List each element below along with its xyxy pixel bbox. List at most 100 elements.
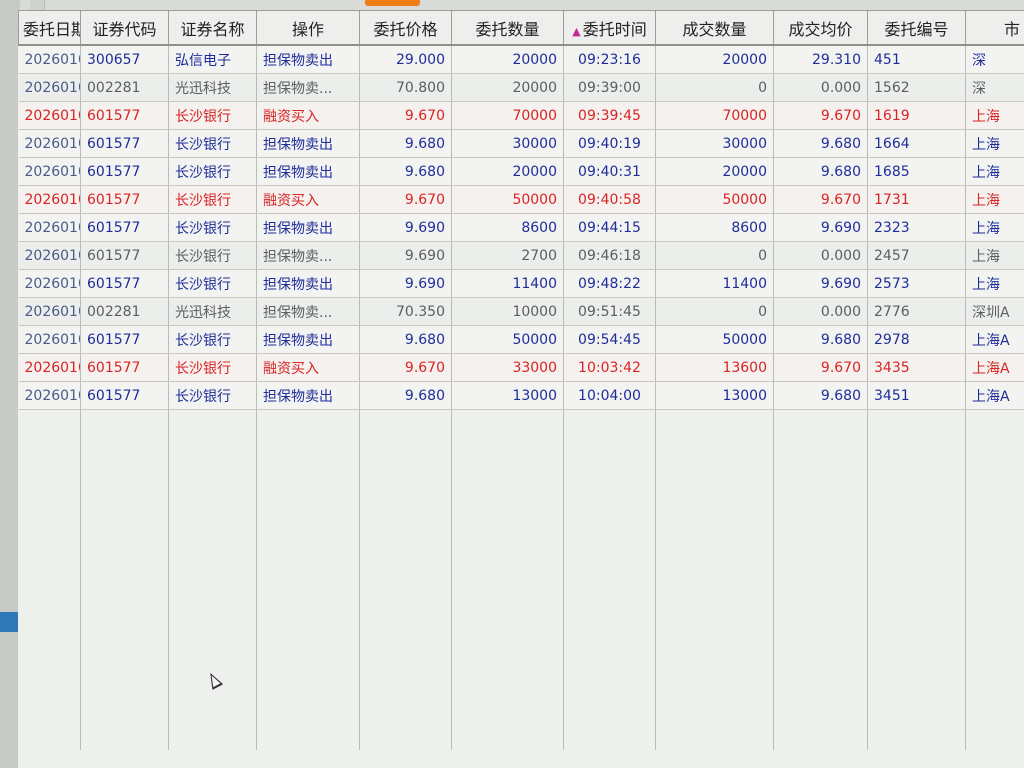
cell-order-quantity: 8600 xyxy=(451,213,564,242)
cell-order-quantity: 20000 xyxy=(451,157,564,186)
table-row[interactable]: 20260106002281光迅科技担保物卖...70.8002000009:3… xyxy=(18,73,1024,102)
empty-cell xyxy=(451,409,564,750)
cell-market: 上海 xyxy=(965,157,1024,186)
column-header-security-code[interactable]: 证券代码 xyxy=(80,10,169,46)
cell-filled-quantity: 13000 xyxy=(655,381,774,410)
cell-filled-quantity: 50000 xyxy=(655,325,774,354)
cell-market: 上海 xyxy=(965,269,1024,298)
cell-security-code: 002281 xyxy=(80,73,169,102)
cell-operation: 担保物卖... xyxy=(256,73,360,102)
table-row[interactable]: 20260106300657弘信电子担保物卖出29.0002000009:23:… xyxy=(18,45,1024,74)
cell-filled-quantity: 70000 xyxy=(655,101,774,130)
column-header-order-number[interactable]: 委托编号 xyxy=(867,10,966,46)
cell-security-name: 光迅科技 xyxy=(168,73,257,102)
cell-order-quantity: 70000 xyxy=(451,101,564,130)
column-header-market[interactable]: 市 xyxy=(965,10,1024,46)
cell-order-price: 9.690 xyxy=(359,269,452,298)
cell-operation: 担保物卖出 xyxy=(256,381,360,410)
table-row[interactable]: 20260106601577长沙银行担保物卖出9.6801300010:04:0… xyxy=(18,381,1024,410)
cell-average-price: 9.680 xyxy=(773,129,868,158)
empty-cell xyxy=(80,409,169,750)
cell-average-price: 9.670 xyxy=(773,185,868,214)
column-header-order-time[interactable]: ▲ 委托时间 xyxy=(563,10,656,46)
cell-order-number: 3435 xyxy=(867,353,966,382)
cell-order-price: 9.680 xyxy=(359,381,452,410)
table-row[interactable]: 20260106601577长沙银行融资买入9.6703300010:03:42… xyxy=(18,353,1024,382)
cell-security-code: 601577 xyxy=(80,213,169,242)
table-row[interactable]: 20260106601577长沙银行担保物卖出9.6805000009:54:4… xyxy=(18,325,1024,354)
cell-order-date: 20260106 xyxy=(18,297,81,326)
cell-order-time: 09:44:15 xyxy=(563,213,656,242)
cell-average-price: 9.680 xyxy=(773,381,868,410)
cell-operation: 担保物卖出 xyxy=(256,325,360,354)
cell-market: 上海 xyxy=(965,213,1024,242)
cell-order-date: 20260106 xyxy=(18,185,81,214)
cell-security-code: 601577 xyxy=(80,381,169,410)
column-header-order-quantity[interactable]: 委托数量 xyxy=(451,10,564,46)
cell-filled-quantity: 50000 xyxy=(655,185,774,214)
cell-security-name: 长沙银行 xyxy=(168,213,257,242)
cell-order-time: 09:40:19 xyxy=(563,129,656,158)
cell-order-number: 2978 xyxy=(867,325,966,354)
cell-order-quantity: 50000 xyxy=(451,325,564,354)
table-row[interactable]: 20260106601577长沙银行融资买入9.6705000009:40:58… xyxy=(18,185,1024,214)
cell-order-quantity: 33000 xyxy=(451,353,564,382)
column-header-filled-quantity[interactable]: 成交数量 xyxy=(655,10,774,46)
cell-security-code: 601577 xyxy=(80,353,169,382)
cell-average-price: 0.000 xyxy=(773,73,868,102)
cell-order-quantity: 20000 xyxy=(451,73,564,102)
cell-market: 上海A xyxy=(965,353,1024,382)
cell-security-code: 300657 xyxy=(80,45,169,74)
cell-order-price: 9.690 xyxy=(359,241,452,270)
cell-order-number: 1619 xyxy=(867,101,966,130)
column-header-operation[interactable]: 操作 xyxy=(256,10,360,46)
cell-average-price: 0.000 xyxy=(773,241,868,270)
cell-filled-quantity: 11400 xyxy=(655,269,774,298)
cell-security-code: 601577 xyxy=(80,101,169,130)
column-header-average-price[interactable]: 成交均价 xyxy=(773,10,868,46)
column-header-order-price[interactable]: 委托价格 xyxy=(359,10,452,46)
cell-security-name: 长沙银行 xyxy=(168,129,257,158)
cell-order-time: 09:39:45 xyxy=(563,101,656,130)
table-row[interactable]: 20260106601577长沙银行担保物卖出9.6802000009:40:3… xyxy=(18,157,1024,186)
cell-order-date: 20260106 xyxy=(18,73,81,102)
table-row[interactable]: 20260106601577长沙银行担保物卖...9.690270009:46:… xyxy=(18,241,1024,270)
cell-filled-quantity: 0 xyxy=(655,297,774,326)
cell-average-price: 29.310 xyxy=(773,45,868,74)
cell-order-date: 20260106 xyxy=(18,157,81,186)
cell-order-price: 9.690 xyxy=(359,213,452,242)
cell-market: 上海A xyxy=(965,381,1024,410)
cell-order-price: 9.680 xyxy=(359,157,452,186)
cell-order-date: 20260106 xyxy=(18,353,81,382)
table-row[interactable]: 20260106601577长沙银行融资买入9.6707000009:39:45… xyxy=(18,101,1024,130)
cell-market: 上海 xyxy=(965,241,1024,270)
cell-average-price: 9.670 xyxy=(773,101,868,130)
cell-order-number: 2776 xyxy=(867,297,966,326)
cell-order-time: 10:03:42 xyxy=(563,353,656,382)
empty-cell xyxy=(256,409,360,750)
cell-filled-quantity: 30000 xyxy=(655,129,774,158)
empty-cell xyxy=(168,409,257,750)
left-panel xyxy=(0,0,20,768)
empty-cell xyxy=(773,409,868,750)
cell-security-code: 601577 xyxy=(80,157,169,186)
cell-order-price: 9.670 xyxy=(359,101,452,130)
table-row[interactable]: 20260106002281光迅科技担保物卖...70.3501000009:5… xyxy=(18,297,1024,326)
column-header-security-name[interactable]: 证券名称 xyxy=(168,10,257,46)
cell-security-name: 长沙银行 xyxy=(168,157,257,186)
cell-filled-quantity: 0 xyxy=(655,241,774,270)
cell-filled-quantity: 0 xyxy=(655,73,774,102)
cell-security-name: 长沙银行 xyxy=(168,325,257,354)
table-row[interactable]: 20260106601577长沙银行担保物卖出9.6901140009:48:2… xyxy=(18,269,1024,298)
cell-operation: 融资买入 xyxy=(256,353,360,382)
cell-operation: 融资买入 xyxy=(256,101,360,130)
empty-cell xyxy=(359,409,452,750)
column-header-order-date[interactable]: 委托日期 xyxy=(18,10,81,46)
cell-operation: 担保物卖... xyxy=(256,241,360,270)
table-row[interactable]: 20260106601577长沙银行担保物卖出9.690860009:44:15… xyxy=(18,213,1024,242)
cell-order-quantity: 10000 xyxy=(451,297,564,326)
table-empty-area xyxy=(18,409,1024,750)
cell-operation: 担保物卖出 xyxy=(256,269,360,298)
table-row[interactable]: 20260106601577长沙银行担保物卖出9.6803000009:40:1… xyxy=(18,129,1024,158)
table-body: 20260106300657弘信电子担保物卖出29.0002000009:23:… xyxy=(18,45,1024,750)
